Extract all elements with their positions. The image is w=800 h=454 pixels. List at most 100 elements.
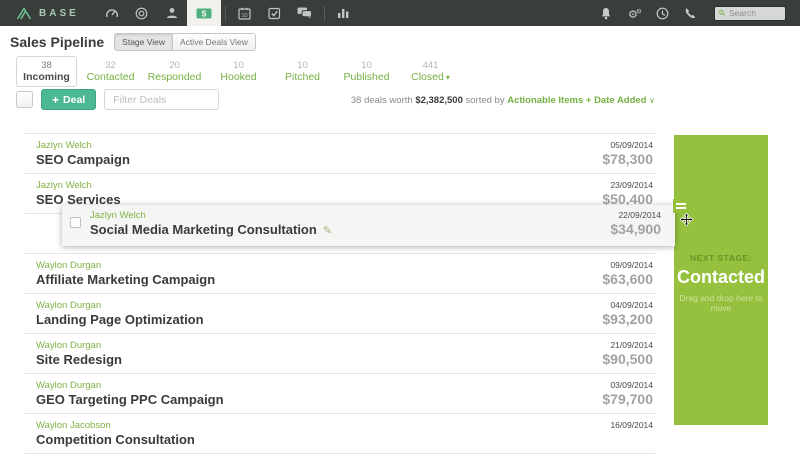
phone-icon[interactable] xyxy=(678,0,702,26)
move-cursor-icon xyxy=(680,213,693,231)
calendar-icon[interactable]: 10 xyxy=(230,0,260,26)
stage-count: 10 xyxy=(337,60,396,71)
dropzone-stage-name: Contacted xyxy=(674,267,768,288)
deal-date: 03/09/2014 xyxy=(602,380,653,391)
stage-label: Responded xyxy=(148,71,202,83)
stage-tab[interactable]: 38 Incoming▾ xyxy=(16,56,77,87)
deal-row[interactable]: Jazlyn Welch SEO Campaign 05/09/2014 $78… xyxy=(25,134,655,174)
dragged-deal-card[interactable]: Jazlyn Welch Social Media Marketing Cons… xyxy=(62,205,675,246)
page-title: Sales Pipeline xyxy=(10,34,104,50)
stage-tab[interactable]: 20 Responded▾ xyxy=(144,56,205,87)
dropzone-label: NEXT STAGE: xyxy=(674,253,768,263)
deal-contact-link[interactable]: Waylon Durgan xyxy=(36,260,215,271)
dropzone-hint: Drag and drop here to move xyxy=(674,293,768,313)
stage-count: 10 xyxy=(273,60,332,71)
reports-barchart-icon[interactable] xyxy=(329,0,359,26)
deal-date: 04/09/2014 xyxy=(602,300,653,311)
deal-contact-link[interactable]: Waylon Jacobson xyxy=(36,420,195,431)
add-deal-button[interactable]: + Deal xyxy=(41,89,96,110)
deal-amount: $78,300 xyxy=(602,151,653,168)
edit-pencil-icon[interactable]: ✎ xyxy=(323,224,332,237)
goals-target-icon[interactable] xyxy=(127,0,157,26)
stage-label: Hooked xyxy=(220,71,256,83)
deal-title[interactable]: Landing Page Optimization xyxy=(36,311,204,328)
deal-row[interactable]: Waylon Durgan Affiliate Marketing Campai… xyxy=(25,254,655,294)
search-icon xyxy=(719,9,725,17)
deal-date: 09/09/2014 xyxy=(602,260,653,271)
top-navbar: BASE $ 10 ⚙⚙ xyxy=(0,0,800,26)
deal-contact-link[interactable]: Waylon Durgan xyxy=(36,380,224,391)
deal-title[interactable]: SEO Campaign xyxy=(36,151,130,168)
deal-title[interactable]: Affiliate Marketing Campaign xyxy=(36,271,215,288)
tasks-check-icon[interactable] xyxy=(260,0,290,26)
svg-text:$: $ xyxy=(201,8,206,18)
sort-dropdown[interactable]: Actionable Items + Date Added xyxy=(507,95,646,106)
deal-amount: $90,500 xyxy=(602,351,653,368)
nav-divider xyxy=(324,6,325,21)
stage-count: 441 xyxy=(401,60,460,71)
summary-amount: $2,382,500 xyxy=(415,95,463,106)
deal-row[interactable]: Waylon Durgan Landing Page Optimization … xyxy=(25,294,655,334)
deal-title[interactable]: Social Media Marketing Consultation xyxy=(90,221,317,238)
base-logo[interactable]: BASE xyxy=(0,7,97,20)
deal-row[interactable]: Waylon Durgan GEO Targeting PPC Campaign… xyxy=(25,374,655,414)
stage-tab[interactable]: 10 Hooked▾ xyxy=(208,56,269,87)
pipeline-stage-tabs: 38 Incoming▾ 32 Contacted▾ 20 Responded▾… xyxy=(16,56,461,87)
deals-dollar-icon[interactable]: $ xyxy=(187,0,221,26)
communication-chat-icon[interactable] xyxy=(290,0,320,26)
deal-row[interactable]: Waylon Durgan Site Redesign 21/09/2014 $… xyxy=(25,334,655,374)
caret-down-icon: ▾ xyxy=(446,73,450,82)
deal-contact-link[interactable]: Waylon Durgan xyxy=(36,340,122,351)
brand-name: BASE xyxy=(39,8,79,19)
deal-checkbox[interactable] xyxy=(70,217,81,228)
filter-deals-input[interactable] xyxy=(104,89,219,110)
deal-amount: $63,600 xyxy=(602,271,653,288)
select-all-checkbox[interactable] xyxy=(16,91,33,108)
notifications-bell-icon[interactable] xyxy=(594,0,618,26)
summary-count: 38 deals worth xyxy=(351,95,413,106)
stage-tab[interactable]: 10 Pitched▾ xyxy=(272,56,333,87)
active-deals-view-button[interactable]: Active Deals View xyxy=(172,33,256,51)
dashboard-gauge-icon[interactable] xyxy=(97,0,127,26)
deal-contact-link[interactable]: Waylon Durgan xyxy=(36,300,204,311)
deal-contact-link[interactable]: Jazlyn Welch xyxy=(90,210,332,221)
stage-count: 10 xyxy=(209,60,268,71)
settings-gears-icon[interactable]: ⚙⚙ xyxy=(622,0,646,26)
deal-title[interactable]: Competition Consultation xyxy=(36,431,195,448)
history-clock-icon[interactable] xyxy=(650,0,674,26)
stage-label: Closed xyxy=(411,71,444,83)
stage-label: Pitched xyxy=(285,71,320,83)
svg-text:⚙: ⚙ xyxy=(636,7,642,15)
stage-count: 38 xyxy=(17,60,76,71)
stage-label: Published xyxy=(343,71,389,83)
global-search[interactable] xyxy=(714,6,786,21)
stage-count: 32 xyxy=(81,60,140,71)
svg-text:10: 10 xyxy=(242,13,248,19)
stage-label: Contacted xyxy=(87,71,135,83)
deal-contact-link[interactable]: Jazlyn Welch xyxy=(36,180,121,191)
deal-title[interactable]: Site Redesign xyxy=(36,351,122,368)
deal-amount: $93,200 xyxy=(602,311,653,328)
deal-date: 21/09/2014 xyxy=(602,340,653,351)
summary-sorted-text: sorted by xyxy=(466,95,505,106)
primary-nav: $ 10 xyxy=(97,0,359,26)
secondary-nav: ⚙⚙ xyxy=(594,0,800,26)
deal-list: Jazlyn Welch SEO Campaign 05/09/2014 $78… xyxy=(25,133,655,454)
drag-handle-icon[interactable] xyxy=(673,199,689,213)
view-toggle-group: Stage View Active Deals View xyxy=(114,33,256,51)
search-input[interactable] xyxy=(729,8,781,18)
stage-label: Incoming xyxy=(23,71,70,83)
next-stage-dropzone[interactable]: NEXT STAGE: Contacted Drag and drop here… xyxy=(674,135,768,425)
deal-contact-link[interactable]: Jazlyn Welch xyxy=(36,140,130,151)
stage-tab[interactable]: 441 Closed▾ xyxy=(400,56,461,87)
stage-count: 20 xyxy=(145,60,204,71)
deal-row[interactable]: Waylon Jacobson Competition Consultation… xyxy=(25,414,655,454)
deal-title[interactable]: GEO Targeting PPC Campaign xyxy=(36,391,224,408)
deals-summary: 38 deals worth $2,382,500 sorted by Acti… xyxy=(351,95,655,106)
deal-date: 16/09/2014 xyxy=(610,420,653,431)
stage-view-button[interactable]: Stage View xyxy=(114,33,172,51)
contacts-person-icon[interactable] xyxy=(157,0,187,26)
sort-caret-icon[interactable]: ∨ xyxy=(649,96,655,105)
stage-tab[interactable]: 10 Published▾ xyxy=(336,56,397,87)
stage-tab[interactable]: 32 Contacted▾ xyxy=(80,56,141,87)
